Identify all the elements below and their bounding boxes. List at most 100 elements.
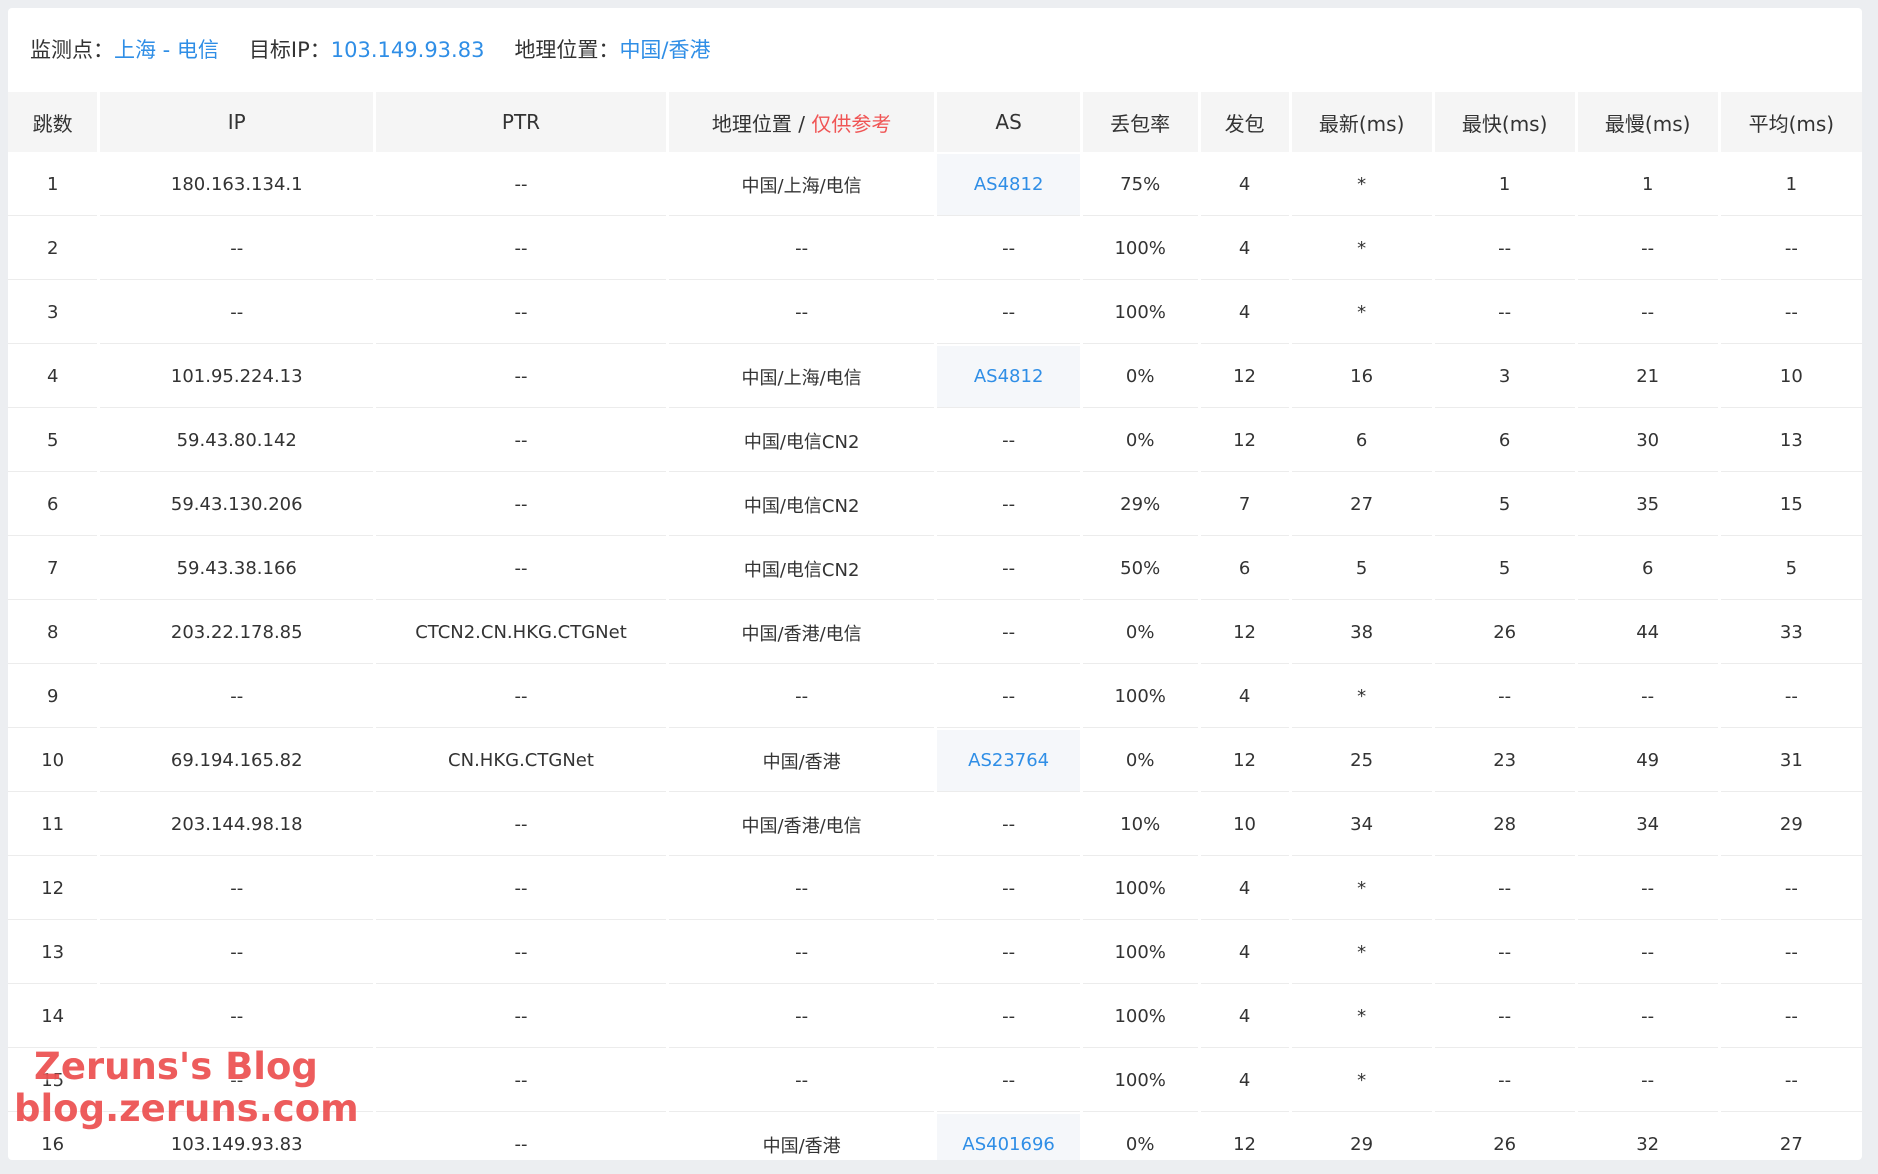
as-link[interactable]: AS23764 [968,750,1049,771]
cell-avg: 27 [1779,1134,1803,1155]
cell-avg: 10 [1720,346,1862,408]
cell-ip: 59.43.130.206 [100,474,374,536]
cell-last: 38 [1291,602,1432,664]
cell-as: -- [937,474,1080,536]
cell-last: * [1291,922,1432,984]
cell-ptr: -- [376,282,666,344]
cell-as: -- [937,538,1080,600]
table-header-row: 跳数 IP PTR 地理位置 / 仅供参考 AS 丢包率 发包 最新(ms) 最… [8,92,1862,152]
cell-sent: 7 [1200,474,1289,536]
cell-worst: 44 [1577,602,1718,664]
cell-best: -- [1434,986,1575,1048]
target-ip: 目标IP：103.149.93.83 [249,34,485,64]
cell-last: 25 [1291,730,1432,792]
cell-ptr: -- [376,986,666,1048]
cell-best: 5 [1434,474,1575,536]
column-header-ip: IP [100,92,374,152]
cell-ptr: -- [376,474,666,536]
probe-info-bar: 监测点：上海 - 电信 目标IP：103.149.93.83 地理位置：中国/香… [8,8,1862,90]
cell-ip: 59.43.38.166 [100,538,374,600]
target-location: 地理位置：中国/香港 [514,34,710,64]
cell-geo: 中国/香港/电信 [668,794,935,856]
cell-worst: 21 [1577,346,1718,408]
cell-sent: 4 [1200,858,1289,920]
column-header-avg: 平均(ms) [1720,92,1862,152]
cell-ip: 59.43.80.142 [100,410,374,472]
cell-ip: 180.163.134.1 [100,154,374,216]
cell-as: -- [937,218,1080,280]
traceroute-table: 跳数 IP PTR 地理位置 / 仅供参考 AS 丢包率 发包 最新(ms) 最… [8,90,1862,1160]
cell-hop: 1 [8,154,98,216]
cell-hop: 7 [8,538,98,600]
cell-as: -- [937,858,1080,920]
geo-header-note: 仅供参考 [811,111,892,136]
cell-as: AS23764 [937,730,1080,792]
table-row: 10 69.194.165.82 CN.HKG.CTGNet 中国/香港 AS23764… [8,730,1862,792]
table-row: 15 -- -- -- -- 100% 4 * -- -- -- [8,1050,1862,1112]
column-header-ptr: PTR [376,92,666,152]
cell-ip: 101.95.224.13 [100,346,374,408]
cell-loss: 75% [1082,154,1198,216]
cell-as: -- [937,922,1080,984]
as-link[interactable]: AS4812 [974,174,1044,195]
cell-sent: 4 [1200,922,1289,984]
table-row: 7 59.43.38.166 -- 中国/电信CN2 -- 50% 6 5 5 6 5 [8,538,1862,600]
cell-loss: 0% [1082,346,1198,408]
cell-sent: 4 [1200,154,1289,216]
cell-sent: 4 [1200,1050,1289,1112]
cell-sent: 10 [1200,794,1289,856]
table-row: 9 -- -- -- -- 100% 4 * -- -- -- [8,666,1862,728]
cell-avg: 15 [1720,474,1862,536]
table-row: 13 -- -- -- -- 100% 4 * -- -- -- [8,922,1862,984]
cell-ptr: -- [376,154,666,216]
cell-loss: 0% [1082,410,1198,472]
as-link[interactable]: AS401696 [962,1134,1054,1155]
table-row: 4 101.95.224.13 -- 中国/上海/电信 AS4812 0% 12 16 3 21 1… [8,346,1862,408]
cell-avg: -- [1720,282,1862,344]
cell-best: 23 [1434,730,1575,792]
cell-hop: 6 [8,474,98,536]
target-label: 目标IP： [248,38,331,62]
cell-loss: 29% [1082,474,1198,536]
cell-sent: 4 [1200,282,1289,344]
cell-as: -- [937,282,1080,344]
cell-worst: -- [1577,922,1718,984]
cell-best: -- [1434,666,1575,728]
cell-loss: 0% [1125,1134,1155,1155]
table-row: 3 -- -- -- -- 100% 4 * -- -- -- [8,282,1862,344]
cell-avg: 13 [1720,410,1862,472]
cell-geo: 中国/香港 [668,730,935,792]
cell-best: -- [1434,218,1575,280]
cell-last: 34 [1291,794,1432,856]
cell-worst: 1 [1577,154,1718,216]
table-row: 16 103.149.93.83 -- 中国/香港 AS401696 0% 12 29 26 32… [8,1114,1862,1160]
cell-best: 28 [1434,794,1575,856]
cell-geo: 中国/香港 [762,1135,841,1157]
cell-loss: 0% [1082,602,1198,664]
cell-ip: -- [100,858,374,920]
cell-hop: 2 [8,218,98,280]
cell-geo: -- [668,282,935,344]
cell-loss: 100% [1082,858,1198,920]
cell-best: -- [1434,1050,1575,1112]
cell-ptr: -- [376,1050,666,1112]
cell-worst: 6 [1577,538,1718,600]
cell-hop: 16 [41,1134,65,1155]
cell-hop: 9 [8,666,98,728]
cell-worst: -- [1577,218,1718,280]
column-header-as: AS [937,92,1080,152]
table-row: 6 59.43.130.206 -- 中国/电信CN2 -- 29% 7 27 5 35 15 [8,474,1862,536]
cell-ptr: -- [376,538,666,600]
geo-value: 中国/香港 [619,38,711,62]
cell-ptr: -- [376,666,666,728]
cell-last: 27 [1291,474,1432,536]
cell-worst: 35 [1577,474,1718,536]
cell-last: 5 [1291,538,1432,600]
cell-worst: 34 [1577,794,1718,856]
target-value: 103.149.93.83 [330,38,485,62]
as-link[interactable]: AS4812 [974,366,1044,387]
table-row: 1 180.163.134.1 -- 中国/上海/电信 AS4812 75% 4 * 1 1 1 [8,154,1862,216]
cell-hop: 15 [8,1050,98,1112]
cell-best: 6 [1434,410,1575,472]
cell-ptr: CTCN2.CN.HKG.CTGNet [376,602,666,664]
